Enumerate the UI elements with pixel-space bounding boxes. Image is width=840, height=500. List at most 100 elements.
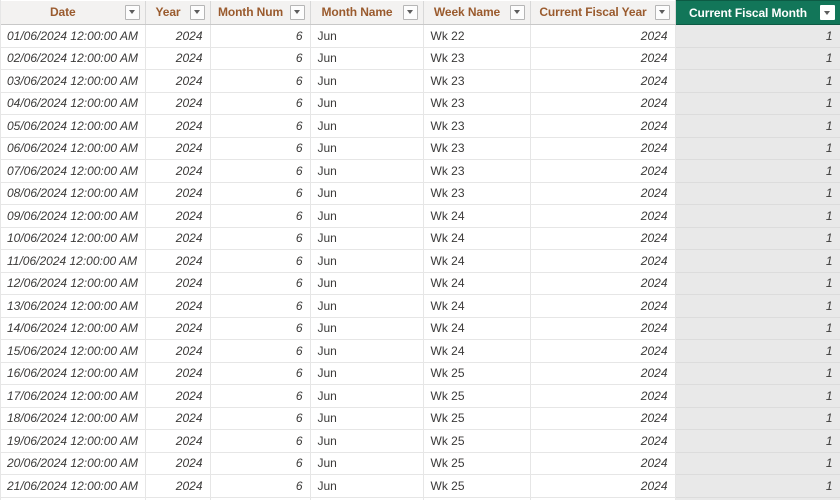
table-row[interactable]: 07/06/2024 12:00:00 AM 2024 6 Jun Wk 23 2024 1 <box>0 159 840 183</box>
cell-cfm[interactable]: 1 <box>675 362 840 385</box>
cell-year[interactable]: 2024 <box>145 384 211 408</box>
cell-date[interactable]: 03/06/2024 12:00:00 AM <box>0 69 146 93</box>
cell-mnum[interactable]: 6 <box>210 339 311 363</box>
cell-mnum[interactable]: 6 <box>210 272 311 295</box>
table-row[interactable]: 10/06/2024 12:00:00 AM 2024 6 Jun Wk 24 2024 1 <box>0 227 840 250</box>
cell-wname[interactable]: Wk 24 <box>423 227 531 250</box>
cell-cfm[interactable]: 1 <box>675 114 840 138</box>
cell-mnum[interactable]: 6 <box>210 452 311 475</box>
cell-year[interactable]: 2024 <box>145 272 211 295</box>
table-row[interactable]: 12/06/2024 12:00:00 AM 2024 6 Jun Wk 24 2024 1 <box>0 272 840 295</box>
cell-year[interactable]: 2024 <box>145 407 211 430</box>
cell-cfy[interactable]: 2024 <box>530 362 676 385</box>
table-row[interactable]: 06/06/2024 12:00:00 AM 2024 6 Jun Wk 23 2024 1 <box>0 137 840 160</box>
cell-mnum[interactable]: 6 <box>210 137 311 160</box>
column-header-mname[interactable]: Month Name <box>310 0 424 25</box>
cell-date[interactable]: 09/06/2024 12:00:00 AM <box>0 204 146 228</box>
column-header-date[interactable]: Date <box>0 0 146 25</box>
cell-cfy[interactable]: 2024 <box>530 339 676 363</box>
table-row[interactable]: 13/06/2024 12:00:00 AM 2024 6 Jun Wk 24 2024 1 <box>0 294 840 318</box>
cell-cfm[interactable]: 1 <box>675 24 840 48</box>
filter-chevron-down-icon[interactable] <box>819 5 835 20</box>
cell-mname[interactable]: Jun <box>310 47 424 70</box>
cell-year[interactable]: 2024 <box>145 47 211 70</box>
cell-cfy[interactable]: 2024 <box>530 137 676 160</box>
cell-year[interactable]: 2024 <box>145 317 211 340</box>
cell-wname[interactable]: Wk 25 <box>423 407 531 430</box>
cell-cfm[interactable]: 1 <box>675 294 840 318</box>
cell-mnum[interactable]: 6 <box>210 362 311 385</box>
cell-cfm[interactable]: 1 <box>675 47 840 70</box>
cell-cfm[interactable]: 1 <box>675 182 840 205</box>
cell-cfm[interactable]: 1 <box>675 407 840 430</box>
table-row[interactable]: 16/06/2024 12:00:00 AM 2024 6 Jun Wk 25 2024 1 <box>0 362 840 385</box>
cell-year[interactable]: 2024 <box>145 339 211 363</box>
filter-chevron-down-icon[interactable] <box>124 4 140 20</box>
cell-mname[interactable]: Jun <box>310 452 424 475</box>
table-row[interactable]: 19/06/2024 12:00:00 AM 2024 6 Jun Wk 25 2024 1 <box>0 429 840 453</box>
table-row[interactable]: 20/06/2024 12:00:00 AM 2024 6 Jun Wk 25 2024 1 <box>0 452 840 475</box>
cell-cfm[interactable]: 1 <box>675 339 840 363</box>
cell-mnum[interactable]: 6 <box>210 69 311 93</box>
cell-cfy[interactable]: 2024 <box>530 92 676 115</box>
cell-date[interactable]: 11/06/2024 12:00:00 AM <box>0 249 146 273</box>
table-row[interactable]: 08/06/2024 12:00:00 AM 2024 6 Jun Wk 23 2024 1 <box>0 182 840 205</box>
cell-year[interactable]: 2024 <box>145 474 211 498</box>
cell-year[interactable]: 2024 <box>145 69 211 93</box>
cell-cfy[interactable]: 2024 <box>530 69 676 93</box>
cell-cfy[interactable]: 2024 <box>530 407 676 430</box>
cell-cfm[interactable]: 1 <box>675 249 840 273</box>
cell-mnum[interactable]: 6 <box>210 182 311 205</box>
cell-cfm[interactable]: 1 <box>675 452 840 475</box>
cell-cfy[interactable]: 2024 <box>530 227 676 250</box>
cell-mnum[interactable]: 6 <box>210 429 311 453</box>
cell-wname[interactable]: Wk 25 <box>423 429 531 453</box>
cell-mname[interactable]: Jun <box>310 182 424 205</box>
cell-mnum[interactable]: 6 <box>210 92 311 115</box>
filter-chevron-down-icon[interactable] <box>654 4 670 20</box>
table-row[interactable]: 04/06/2024 12:00:00 AM 2024 6 Jun Wk 23 2024 1 <box>0 92 840 115</box>
cell-year[interactable]: 2024 <box>145 92 211 115</box>
cell-year[interactable]: 2024 <box>145 249 211 273</box>
cell-year[interactable]: 2024 <box>145 362 211 385</box>
cell-wname[interactable]: Wk 23 <box>423 69 531 93</box>
table-row[interactable]: 03/06/2024 12:00:00 AM 2024 6 Jun Wk 23 2024 1 <box>0 69 840 93</box>
cell-mnum[interactable]: 6 <box>210 249 311 273</box>
cell-mname[interactable]: Jun <box>310 92 424 115</box>
cell-wname[interactable]: Wk 23 <box>423 137 531 160</box>
cell-mnum[interactable]: 6 <box>210 227 311 250</box>
cell-mnum[interactable]: 6 <box>210 294 311 318</box>
cell-cfy[interactable]: 2024 <box>530 317 676 340</box>
table-row[interactable]: 18/06/2024 12:00:00 AM 2024 6 Jun Wk 25 2024 1 <box>0 407 840 430</box>
cell-year[interactable]: 2024 <box>145 452 211 475</box>
cell-date[interactable]: 07/06/2024 12:00:00 AM <box>0 159 146 183</box>
cell-cfy[interactable]: 2024 <box>530 452 676 475</box>
cell-cfm[interactable]: 1 <box>675 159 840 183</box>
cell-date[interactable]: 12/06/2024 12:00:00 AM <box>0 272 146 295</box>
cell-cfy[interactable]: 2024 <box>530 294 676 318</box>
cell-mnum[interactable]: 6 <box>210 474 311 498</box>
cell-cfm[interactable]: 1 <box>675 272 840 295</box>
cell-cfm[interactable]: 1 <box>675 384 840 408</box>
cell-mname[interactable]: Jun <box>310 272 424 295</box>
table-row[interactable]: 05/06/2024 12:00:00 AM 2024 6 Jun Wk 23 2024 1 <box>0 114 840 138</box>
cell-mname[interactable]: Jun <box>310 407 424 430</box>
cell-mname[interactable]: Jun <box>310 384 424 408</box>
cell-mname[interactable]: Jun <box>310 69 424 93</box>
cell-mname[interactable]: Jun <box>310 114 424 138</box>
cell-cfm[interactable]: 1 <box>675 92 840 115</box>
table-row[interactable]: 09/06/2024 12:00:00 AM 2024 6 Jun Wk 24 2024 1 <box>0 204 840 228</box>
cell-wname[interactable]: Wk 24 <box>423 249 531 273</box>
cell-mnum[interactable]: 6 <box>210 204 311 228</box>
cell-date[interactable]: 10/06/2024 12:00:00 AM <box>0 227 146 250</box>
table-row[interactable]: 15/06/2024 12:00:00 AM 2024 6 Jun Wk 24 2024 1 <box>0 339 840 363</box>
table-row[interactable]: 17/06/2024 12:00:00 AM 2024 6 Jun Wk 25 2024 1 <box>0 384 840 408</box>
cell-date[interactable]: 17/06/2024 12:00:00 AM <box>0 384 146 408</box>
cell-wname[interactable]: Wk 25 <box>423 452 531 475</box>
cell-cfm[interactable]: 1 <box>675 69 840 93</box>
filter-chevron-down-icon[interactable] <box>289 4 305 20</box>
cell-mname[interactable]: Jun <box>310 317 424 340</box>
cell-date[interactable]: 01/06/2024 12:00:00 AM <box>0 24 146 48</box>
table-row[interactable]: 01/06/2024 12:00:00 AM 2024 6 Jun Wk 22 2024 1 <box>0 24 840 48</box>
cell-year[interactable]: 2024 <box>145 137 211 160</box>
